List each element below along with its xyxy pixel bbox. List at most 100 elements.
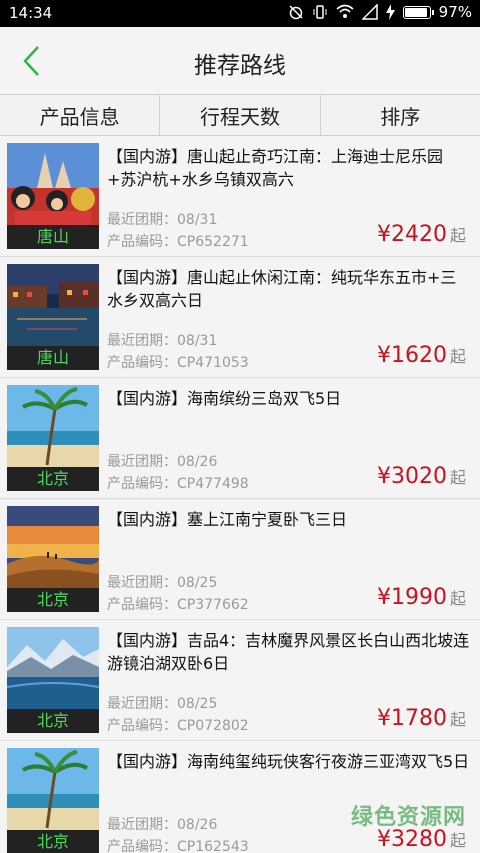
signal-icon (361, 4, 378, 20)
route-thumbnail: 唐山 (7, 143, 99, 249)
route-title: 【国内游】唐山起止奇巧江南：上海迪士尼乐园+苏沪杭+水乡乌镇双高六 (107, 147, 444, 189)
route-list-item[interactable]: 北京 【国内游】海南缤纷三岛双飞5日 最近团期：08/26 产品编码：CP477… (0, 378, 480, 499)
route-thumbnail: 北京 (7, 506, 99, 612)
code-value: CP072802 (177, 718, 249, 734)
price: ¥3020 起 (377, 464, 466, 489)
price-value: 2420 (390, 222, 447, 247)
disney-characters-image (7, 143, 99, 225)
code-value: CP162543 (177, 839, 249, 853)
code-label: 产品编码： (107, 597, 177, 613)
code-value: CP652271 (177, 234, 249, 250)
date-value: 08/31 (177, 212, 218, 228)
departure-city: 北京 (7, 709, 99, 733)
battery-fill (404, 7, 427, 17)
price-suffix: 起 (449, 226, 466, 245)
date-value: 08/31 (177, 333, 218, 349)
next-departure: 最近团期：08/25 (107, 572, 217, 592)
tab-product-info[interactable]: 产品信息 (0, 95, 161, 135)
code-label: 产品编码： (107, 476, 177, 492)
palm-beach-image (7, 748, 99, 830)
departure-city: 唐山 (7, 225, 99, 249)
code-label: 产品编码： (107, 718, 177, 734)
filter-tabs: 产品信息 行程天数 排序 (0, 94, 480, 136)
code-value: CP377662 (177, 597, 249, 613)
mountain-lake-image (7, 627, 99, 709)
price: ¥2420 起 (377, 222, 466, 247)
price-value: 1620 (390, 343, 447, 368)
route-thumbnail: 唐山 (7, 264, 99, 370)
code-value: CP477498 (177, 476, 249, 492)
code-label: 产品编码： (107, 839, 177, 853)
next-departure: 最近团期：08/31 (107, 209, 217, 229)
currency-symbol: ¥ (376, 222, 391, 247)
route-thumbnail: 北京 (7, 748, 99, 853)
page-title: 推荐路线 (194, 53, 286, 79)
status-bar: 14:34 97% (0, 0, 480, 27)
route-list-item[interactable]: 唐山 【国内游】唐山起止奇巧江南：上海迪士尼乐园+苏沪杭+水乡乌镇双高六 最近团… (0, 136, 480, 257)
alarm-off-icon (289, 5, 303, 20)
tab-sort[interactable]: 排序 (321, 95, 480, 135)
date-value: 08/26 (177, 817, 218, 833)
next-departure: 最近团期：08/26 (107, 451, 217, 471)
date-value: 08/25 (177, 575, 218, 591)
date-label: 最近团期： (107, 212, 177, 228)
date-value: 08/26 (177, 454, 218, 470)
date-label: 最近团期： (107, 333, 177, 349)
route-title: 【国内游】吉品4：吉林魔界风景区长白山西北坡连游镜泊湖双卧6日 (107, 631, 470, 673)
date-label: 最近团期： (107, 575, 177, 591)
status-icons: 97% (288, 3, 472, 21)
code-label: 产品编码： (107, 355, 177, 371)
date-label: 最近团期： (107, 454, 177, 470)
departure-city: 唐山 (7, 346, 99, 370)
price: ¥1990 起 (377, 585, 466, 610)
route-title: 【国内游】塞上江南宁夏卧飞三日 (107, 510, 348, 529)
palm-beach-image (7, 385, 99, 467)
route-list-item[interactable]: 北京 【国内游】塞上江南宁夏卧飞三日 最近团期：08/25 产品编码：CP377… (0, 499, 480, 620)
price-value: 1990 (390, 585, 447, 610)
price: ¥1780 起 (377, 706, 466, 731)
next-departure: 最近团期：08/26 (107, 814, 217, 834)
battery-percent: 97% (438, 3, 472, 21)
watermark: 绿色资源网 (350, 805, 466, 830)
price-value: 1780 (390, 706, 447, 731)
charging-icon (385, 4, 395, 20)
currency-symbol: ¥ (376, 706, 391, 731)
next-departure: 最近团期：08/25 (107, 693, 217, 713)
route-thumbnail: 北京 (7, 627, 99, 733)
date-label: 最近团期： (107, 696, 177, 712)
route-title: 【国内游】唐山起止休闲江南：纯玩华东五市+三水乡双高六日 (107, 268, 457, 310)
route-list: 唐山 【国内游】唐山起止奇巧江南：上海迪士尼乐园+苏沪杭+水乡乌镇双高六 最近团… (0, 136, 480, 853)
price-suffix: 起 (449, 347, 466, 366)
departure-city: 北京 (7, 588, 99, 612)
currency-symbol: ¥ (376, 585, 391, 610)
product-code: 产品编码：CP377662 (107, 594, 249, 614)
desert-sunset-image (7, 506, 99, 588)
price-suffix: 起 (449, 468, 466, 487)
battery-icon (402, 5, 434, 19)
price: ¥1620 起 (377, 343, 466, 368)
water-town-night-image (7, 264, 99, 346)
route-list-item[interactable]: 唐山 【国内游】唐山起止休闲江南：纯玩华东五市+三水乡双高六日 最近团期：08/… (0, 257, 480, 378)
product-code: 产品编码：CP477498 (107, 473, 249, 493)
departure-city: 北京 (7, 467, 99, 491)
route-list-item[interactable]: 北京 【国内游】吉品4：吉林魔界风景区长白山西北坡连游镜泊湖双卧6日 最近团期：… (0, 620, 480, 741)
route-title: 【国内游】海南缤纷三岛双飞5日 (107, 389, 342, 408)
title-bar: 推荐路线 (0, 27, 480, 94)
route-title: 【国内游】海南纯玺纯玩侠客行夜游三亚湾双飞5日 (107, 752, 470, 771)
departure-city: 北京 (7, 830, 99, 853)
route-list-item[interactable]: 北京 【国内游】海南纯玺纯玩侠客行夜游三亚湾双飞5日 最近团期：08/26 产品… (0, 741, 480, 853)
currency-symbol: ¥ (376, 464, 391, 489)
next-departure: 最近团期：08/31 (107, 330, 217, 350)
currency-symbol: ¥ (376, 343, 391, 368)
code-label: 产品编码： (107, 234, 177, 250)
price-suffix: 起 (449, 710, 466, 729)
date-label: 最近团期： (107, 817, 177, 833)
product-code: 产品编码：CP471053 (107, 352, 249, 372)
product-code: 产品编码：CP162543 (107, 836, 249, 853)
product-code: 产品编码：CP652271 (107, 231, 249, 251)
tab-trip-days[interactable]: 行程天数 (160, 95, 321, 135)
status-time: 14:34 (9, 4, 53, 22)
date-value: 08/25 (177, 696, 218, 712)
price-suffix: 起 (449, 831, 466, 850)
code-value: CP471053 (177, 355, 249, 371)
